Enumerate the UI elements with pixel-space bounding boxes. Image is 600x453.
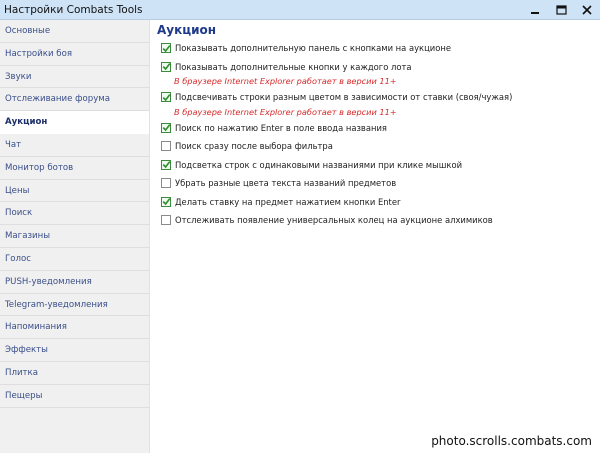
option-row[interactable]: Подсветка строк с одинаковыми названиями…	[150, 156, 600, 175]
sidebar-item[interactable]: Основные	[0, 20, 149, 43]
maximize-icon	[555, 4, 567, 15]
option-checkbox[interactable]	[161, 196, 171, 207]
option-checkbox[interactable]	[161, 215, 171, 226]
checkmark-icon	[162, 63, 170, 71]
sidebar-item[interactable]: Цены	[0, 180, 149, 203]
close-icon	[582, 4, 592, 15]
option-checkbox[interactable]	[161, 178, 171, 189]
option-label: Поиск сразу после выбора фильтра	[175, 141, 333, 152]
option-checkbox[interactable]	[161, 61, 171, 72]
window-title: Настройки Combats Tools	[4, 3, 143, 16]
option-checkbox[interactable]	[161, 159, 171, 170]
checkmark-icon	[162, 161, 170, 169]
checkmark-icon	[162, 124, 170, 132]
option-row[interactable]: Подсвечивать строки разным цветом в зави…	[150, 88, 600, 107]
page-title: Аукцион	[157, 23, 217, 37]
option-label: Отслеживать появление универсальных коле…	[175, 215, 493, 226]
sidebar-item[interactable]: Монитор ботов	[0, 157, 149, 180]
close-button[interactable]	[574, 0, 600, 20]
option-row[interactable]: Показывать дополнительные кнопки у каждо…	[150, 58, 600, 77]
sidebar-item[interactable]: PUSH-уведомления	[0, 271, 149, 294]
option-checkbox[interactable]	[161, 122, 171, 133]
sidebar-item[interactable]: Плитка	[0, 362, 149, 385]
option-label: Убрать разные цвета текста названий пред…	[175, 178, 397, 189]
sidebar-item[interactable]: Голос	[0, 248, 149, 271]
sidebar-item[interactable]: Аукцион	[0, 111, 149, 134]
option-note: В браузере Internet Explorer работает в …	[174, 106, 397, 117]
sidebar-item[interactable]: Эффекты	[0, 339, 149, 362]
checkmark-icon	[162, 44, 170, 52]
sidebar-item[interactable]: Отслеживание форума	[0, 88, 149, 112]
option-checkbox[interactable]	[161, 43, 171, 54]
minimize-icon	[531, 11, 539, 14]
sidebar-item[interactable]: Поиск	[0, 202, 149, 226]
sidebar-item[interactable]: Напоминания	[0, 316, 149, 340]
minimize-button[interactable]	[522, 0, 548, 20]
sidebar-item[interactable]: Telegram-уведомления	[0, 294, 149, 317]
watermark: photo.scrolls.combats.com	[431, 434, 592, 448]
option-row[interactable]: Показывать дополнительную панель с кнопк…	[150, 39, 600, 58]
option-label: Поиск по нажатию Enter в поле ввода назв…	[175, 122, 387, 133]
option-label: Делать ставку на предмет нажатием кнопки…	[175, 196, 401, 207]
options-list: Показывать дополнительную панель с кнопк…	[150, 39, 600, 230]
option-row[interactable]: Поиск сразу после выбора фильтра	[150, 137, 600, 156]
checkmark-icon	[162, 93, 170, 101]
option-label: Показывать дополнительные кнопки у каждо…	[175, 61, 412, 72]
sidebar-item[interactable]: Чат	[0, 134, 149, 157]
option-checkbox[interactable]	[161, 92, 171, 103]
sidebar-item[interactable]: Звуки	[0, 66, 149, 89]
option-note: В браузере Internet Explorer работает в …	[174, 76, 397, 86]
sidebar-item[interactable]: Магазины	[0, 225, 149, 248]
sidebar-item[interactable]: Настройки боя	[0, 43, 149, 66]
sidebar-item[interactable]: Пещеры	[0, 385, 149, 408]
window-titlebar: Настройки Combats Tools	[0, 0, 600, 20]
option-row[interactable]: Убрать разные цвета текста названий пред…	[150, 174, 600, 193]
option-row[interactable]: Делать ставку на предмет нажатием кнопки…	[150, 193, 600, 212]
option-row[interactable]: Отслеживать появление универсальных коле…	[150, 211, 600, 230]
maximize-button[interactable]	[548, 0, 574, 20]
settings-sidebar: Основные Настройки боя Звуки Отслеживание ф…	[0, 20, 150, 453]
option-label: Показывать дополнительную панель с кнопк…	[175, 43, 451, 54]
option-label: Подсветка строк с одинаковыми названиями…	[175, 159, 463, 170]
auction-settings-panel: Аукцион Показывать дополнительную панель…	[150, 20, 600, 453]
option-row[interactable]: Поиск по нажатию Enter в поле ввода назв…	[150, 119, 600, 138]
option-label: Подсвечивать строки разным цветом в зави…	[175, 92, 513, 103]
option-checkbox[interactable]	[161, 141, 171, 152]
checkmark-icon	[162, 198, 170, 206]
